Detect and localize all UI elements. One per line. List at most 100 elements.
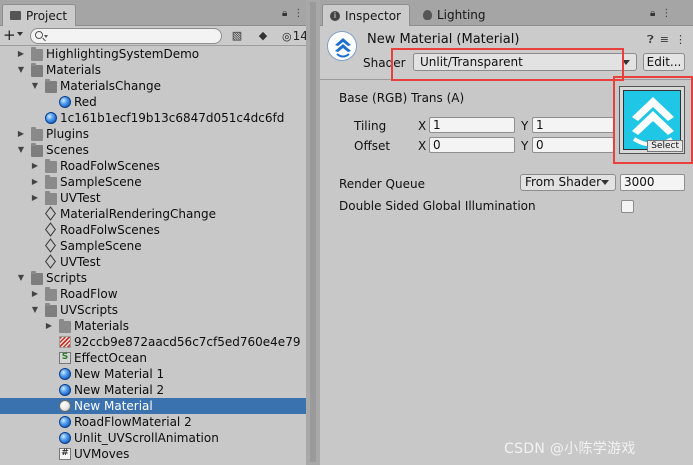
edit-shader-button[interactable]: Edit... bbox=[643, 53, 685, 71]
tree-item[interactable]: ▼ Scenes bbox=[0, 142, 306, 158]
expand-arrow-right-icon[interactable]: ▶ bbox=[16, 46, 26, 62]
menu-kebab-icon[interactable]: ⋮ bbox=[661, 8, 671, 19]
tree-item-label: Materials bbox=[74, 319, 130, 333]
offset-label: Offset bbox=[354, 139, 391, 153]
tab-inspector[interactable]: i Inspector bbox=[322, 4, 410, 26]
render-queue-field[interactable]: 3000 bbox=[620, 174, 685, 191]
tree-item[interactable]: ▼ UVScripts bbox=[0, 302, 306, 318]
expand-arrow-right-icon[interactable]: ▶ bbox=[30, 286, 40, 302]
tree-item-label: RoadFolwScenes bbox=[60, 159, 160, 173]
tree-item[interactable]: RoadFolwScenes bbox=[0, 222, 306, 238]
hidden-count: 14 bbox=[292, 29, 306, 43]
tree-item[interactable]: MaterialRenderingChange bbox=[0, 206, 306, 222]
gi-checkbox[interactable] bbox=[621, 200, 634, 213]
lock-icon[interactable]: 🔒︎ bbox=[650, 8, 655, 19]
lightbulb-icon bbox=[423, 10, 432, 20]
hidden-packages-toggle[interactable]: ◎ 14 bbox=[282, 29, 306, 43]
folder-icon bbox=[45, 159, 57, 173]
expand-arrow-right-icon[interactable]: ▶ bbox=[30, 190, 40, 206]
expand-arrow-down-icon[interactable]: ▼ bbox=[16, 142, 26, 158]
tree-item[interactable]: SampleScene bbox=[0, 238, 306, 254]
tree-item-label: HighlightingSystemDemo bbox=[46, 47, 200, 61]
shader-dropdown[interactable]: Unlit/Transparent bbox=[413, 53, 637, 71]
gi-label: Double Sided Global Illumination bbox=[339, 199, 536, 213]
tree-item-label: RoadFlowMaterial 2 bbox=[74, 415, 192, 429]
tree-item[interactable]: ▼ Scripts bbox=[0, 270, 306, 286]
filter-by-label-icon[interactable]: ◆ bbox=[256, 30, 270, 42]
tree-item[interactable]: ▶ SampleScene bbox=[0, 174, 306, 190]
tree-item[interactable]: ▶ UVTest bbox=[0, 190, 306, 206]
tree-item[interactable]: ▶ HighlightingSystemDemo bbox=[0, 46, 306, 62]
tree-item[interactable]: ▼ MaterialsChange bbox=[0, 78, 306, 94]
tiling-y-field[interactable]: 1 bbox=[532, 117, 614, 133]
tree-item-label: New Material 1 bbox=[74, 367, 165, 381]
scrollbar-track[interactable] bbox=[310, 2, 316, 462]
tree-item[interactable]: ▼ Materials bbox=[0, 62, 306, 78]
scene-icon bbox=[45, 208, 57, 220]
search-input[interactable] bbox=[30, 28, 222, 44]
tree-item[interactable]: ▶ Materials bbox=[0, 318, 306, 334]
presets-icon[interactable]: ≡ bbox=[660, 33, 669, 47]
tab-project[interactable]: Project bbox=[2, 4, 77, 26]
create-button[interactable]: + bbox=[3, 27, 16, 43]
offset-x-label: X bbox=[418, 139, 427, 153]
tree-item[interactable]: 1c161b1ecf19b13c6847d051c4dc6fd bbox=[0, 110, 306, 126]
tree-item-label: UVTest bbox=[60, 191, 101, 205]
texture-slot[interactable]: Select bbox=[619, 86, 685, 154]
panel-splitter[interactable] bbox=[306, 0, 320, 465]
tree-item[interactable]: S EffectOcean bbox=[0, 350, 306, 366]
tree-item[interactable]: Unlit_UVScrollAnimation bbox=[0, 430, 306, 446]
shader-label: Shader bbox=[363, 56, 406, 70]
tree-item[interactable]: ▶ Plugins bbox=[0, 126, 306, 142]
material-title: New Material (Material) bbox=[367, 32, 520, 47]
tree-item[interactable]: ▶ RoadFolwScenes bbox=[0, 158, 306, 174]
inspector-tabbar: i Inspector Lighting 🔒︎ ⋮ bbox=[320, 0, 693, 26]
lock-icon[interactable]: 🔒︎ bbox=[282, 8, 287, 19]
material-sphere-icon bbox=[59, 96, 71, 108]
offset-y-label: Y bbox=[521, 139, 529, 153]
tree-item-label: Scripts bbox=[46, 271, 88, 285]
tree-item[interactable]: ▶ RoadFlow bbox=[0, 286, 306, 302]
shader-value: Unlit/Transparent bbox=[420, 55, 523, 69]
menu-kebab-icon[interactable]: ⋮ bbox=[293, 8, 303, 19]
folder-icon bbox=[45, 175, 57, 189]
tree-item[interactable]: New Material 1 bbox=[0, 366, 306, 382]
expand-arrow-down-icon[interactable]: ▼ bbox=[30, 302, 40, 318]
scene-icon bbox=[45, 224, 57, 236]
expand-arrow-right-icon[interactable]: ▶ bbox=[30, 158, 40, 174]
tree-item[interactable]: Red bbox=[0, 94, 306, 110]
tree-item[interactable]: New Material 2 bbox=[0, 382, 306, 398]
expand-arrow-right-icon[interactable]: ▶ bbox=[44, 318, 54, 334]
menu-kebab-icon[interactable]: ⋮ bbox=[675, 33, 686, 47]
tree-item[interactable]: New Material bbox=[0, 398, 306, 414]
texture-select-button[interactable]: Select bbox=[647, 140, 683, 152]
tree-item-label: Plugins bbox=[46, 127, 89, 141]
expand-arrow-down-icon[interactable]: ▼ bbox=[16, 270, 26, 286]
render-queue-dropdown[interactable]: From Shader bbox=[520, 174, 616, 191]
info-icon: i bbox=[330, 10, 340, 21]
help-icon[interactable]: ❓︎ bbox=[647, 33, 654, 47]
tab-project-label: Project bbox=[26, 8, 68, 23]
offset-x-field[interactable]: 0 bbox=[429, 137, 515, 153]
expand-arrow-right-icon[interactable]: ▶ bbox=[16, 126, 26, 142]
tab-inspector-label: Inspector bbox=[345, 8, 401, 23]
tree-item[interactable]: UVTest bbox=[0, 254, 306, 270]
eye-slash-icon: ◎ bbox=[282, 29, 292, 43]
material-sphere-icon bbox=[59, 432, 71, 444]
folder-icon bbox=[10, 11, 21, 20]
tree-item[interactable]: RoadFlowMaterial 2 bbox=[0, 414, 306, 430]
tab-lighting[interactable]: Lighting bbox=[416, 4, 494, 26]
folder-icon bbox=[45, 191, 57, 205]
folder-icon bbox=[45, 287, 57, 301]
tree-item[interactable]: 92ccb9e872aacd56c7cf5ed760e4e79 bbox=[0, 334, 306, 350]
filter-by-type-icon[interactable]: ▧ bbox=[230, 30, 244, 42]
expand-arrow-right-icon[interactable]: ▶ bbox=[30, 174, 40, 190]
expand-arrow-down-icon[interactable]: ▼ bbox=[30, 78, 40, 94]
tiling-x-field[interactable]: 1 bbox=[429, 117, 515, 133]
expand-arrow-down-icon[interactable]: ▼ bbox=[16, 62, 26, 78]
tree-item-label: 92ccb9e872aacd56c7cf5ed760e4e79 bbox=[74, 335, 301, 349]
offset-y-field[interactable]: 0 bbox=[532, 137, 614, 153]
tree-item-label: New Material bbox=[74, 399, 153, 413]
folder-icon bbox=[31, 47, 43, 61]
tree-item[interactable]: # UVMoves bbox=[0, 446, 306, 462]
